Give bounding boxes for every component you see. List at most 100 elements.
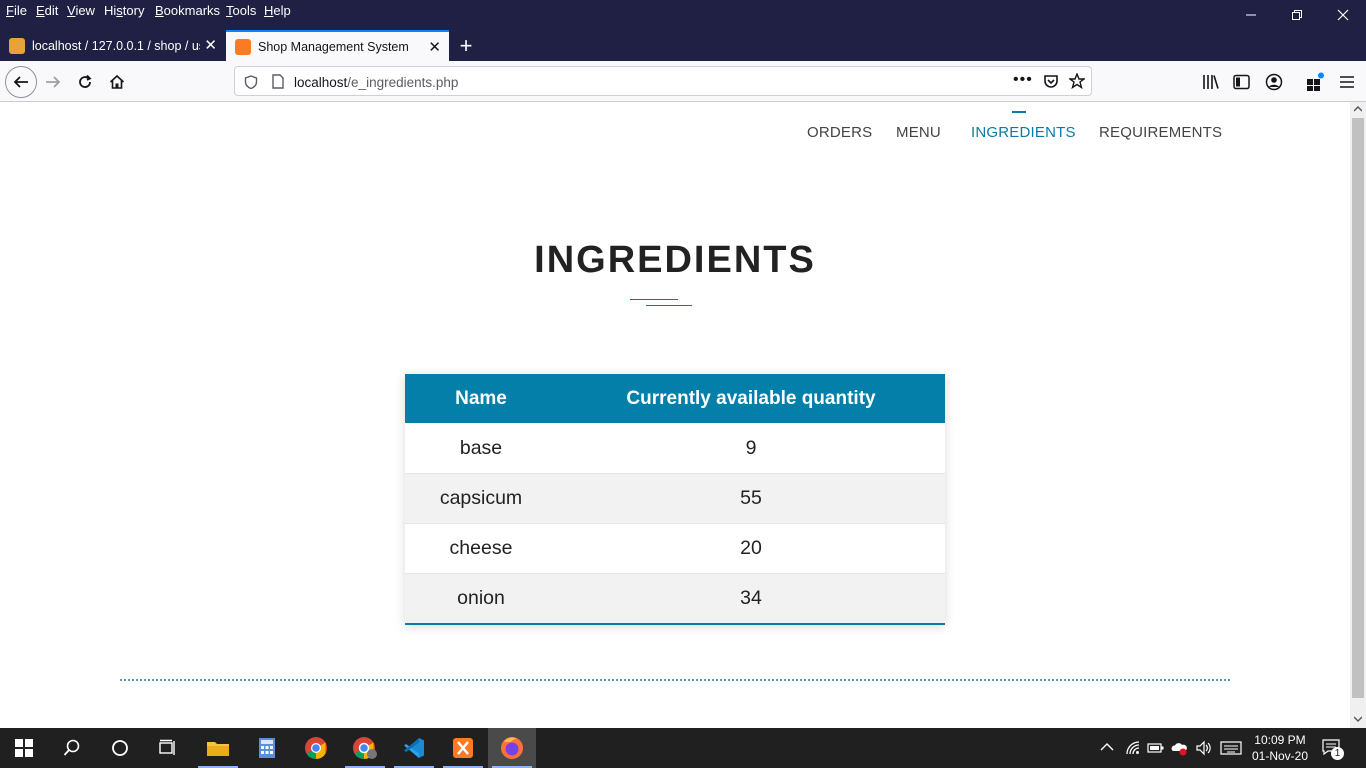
tab-shop-management[interactable]: Shop Management System ✕ <box>226 30 449 61</box>
chrome-profile-button[interactable] <box>341 728 389 768</box>
new-tab-button[interactable]: + <box>455 30 477 61</box>
cell-quantity: 20 <box>740 537 762 559</box>
forward-button[interactable] <box>38 67 68 97</box>
page-content: ORDERS MENU INGREDIENTS REQUIREMENTS ING… <box>0 102 1350 728</box>
restore-button[interactable] <box>1274 0 1320 30</box>
back-arrow-icon <box>13 76 28 88</box>
file-explorer-button[interactable] <box>194 728 242 768</box>
nav-link-menu[interactable]: MENU <box>896 124 941 141</box>
battery-icon[interactable] <box>1147 741 1165 755</box>
nav-link-requirements[interactable]: REQUIREMENTS <box>1099 124 1222 141</box>
volume-icon[interactable] <box>1195 740 1213 756</box>
url-bar[interactable]: localhost/e_ingredients.php ••• <box>234 66 1092 96</box>
start-button[interactable] <box>0 728 48 768</box>
table-row: cheese 20 <box>405 523 945 573</box>
tab-title: Shop Management System <box>258 39 409 54</box>
close-tab-icon[interactable]: ✕ <box>204 36 217 54</box>
reload-button[interactable] <box>70 67 100 97</box>
system-clock[interactable]: 10:09 PM 01-Nov-20 <box>1252 732 1308 764</box>
cell-name: capsicum <box>439 487 523 509</box>
keyboard-icon[interactable] <box>1220 741 1242 755</box>
calculator-icon <box>259 738 275 758</box>
notification-count-badge: 1 <box>1331 747 1344 760</box>
shield-icon[interactable] <box>244 75 258 89</box>
chevron-up-icon[interactable] <box>1100 742 1114 752</box>
firefox-button[interactable] <box>488 728 536 768</box>
page-actions-icon[interactable]: ••• <box>1013 71 1033 89</box>
table-row: capsicum 55 <box>405 473 945 523</box>
scroll-down-icon[interactable] <box>1354 716 1362 722</box>
title-underline <box>630 299 678 300</box>
menu-file[interactable]: File <box>6 3 27 18</box>
url-path: /e_ingredients.php <box>347 75 459 90</box>
plus-icon: + <box>459 32 473 58</box>
page-icon[interactable] <box>272 74 284 89</box>
cell-quantity: 9 <box>745 436 757 459</box>
task-view-icon <box>159 739 175 755</box>
nav-link-ingredients[interactable]: INGREDIENTS <box>971 124 1076 141</box>
task-view-button[interactable] <box>144 728 192 768</box>
onedrive-icon[interactable] <box>1170 740 1188 756</box>
clock-time: 10:09 PM <box>1254 733 1306 747</box>
bookmark-star-icon[interactable] <box>1069 73 1085 89</box>
calculator-button[interactable] <box>243 728 291 768</box>
reload-icon <box>79 74 92 88</box>
search-button[interactable] <box>48 728 96 768</box>
tab-phpmyadmin[interactable]: localhost / 127.0.0.1 / shop / us ✕ <box>0 30 225 61</box>
wifi-icon[interactable] <box>1125 740 1141 756</box>
menu-bar: File Edit View History Bookmarks Tools H… <box>0 0 1366 30</box>
menu-history[interactable]: History <box>104 3 144 18</box>
search-icon <box>63 739 80 756</box>
folder-icon <box>207 742 229 756</box>
close-icon <box>1337 9 1349 21</box>
account-icon[interactable] <box>1265 73 1283 91</box>
extensions-icon[interactable] <box>1305 72 1325 92</box>
cell-name: base <box>459 436 503 459</box>
sidebar-icon[interactable] <box>1233 74 1251 90</box>
column-header-quantity: Currently available quantity <box>626 387 876 409</box>
scrollbar-thumb[interactable] <box>1352 118 1364 698</box>
active-nav-indicator <box>1012 111 1026 113</box>
table-row: base 9 <box>405 423 945 473</box>
pocket-icon[interactable] <box>1043 74 1059 90</box>
scroll-up-icon[interactable] <box>1354 106 1362 112</box>
footer-divider <box>120 679 1230 681</box>
library-icon[interactable] <box>1202 74 1220 90</box>
clock-date: 01-Nov-20 <box>1251 749 1308 763</box>
table-header: Name Currently available quantity <box>405 374 945 423</box>
windows-logo-icon <box>15 739 33 757</box>
close-tab-icon[interactable]: ✕ <box>428 38 441 56</box>
nav-link-orders[interactable]: ORDERS <box>807 124 872 141</box>
back-button[interactable] <box>5 66 37 98</box>
menu-help[interactable]: Help <box>264 3 291 18</box>
notifications-button[interactable]: 1 <box>1322 738 1346 760</box>
nav-toolbar: localhost/e_ingredients.php ••• <box>0 61 1366 102</box>
firefox-icon <box>501 737 523 759</box>
taskbar: 10:09 PM 01-Nov-20 1 <box>0 728 1366 768</box>
menu-view[interactable]: View <box>67 3 95 18</box>
cortana-icon <box>112 740 128 756</box>
menu-tools[interactable]: Tools <box>226 3 256 18</box>
xampp-icon <box>235 38 251 55</box>
restore-icon <box>1292 10 1302 20</box>
menu-edit[interactable]: Edit <box>36 3 58 18</box>
chrome-button[interactable] <box>292 728 340 768</box>
xampp-button[interactable] <box>439 728 487 768</box>
phpmyadmin-icon <box>9 37 25 54</box>
cell-name: cheese <box>449 537 513 559</box>
home-button[interactable] <box>102 67 132 97</box>
url-text[interactable]: localhost/e_ingredients.php <box>294 75 458 90</box>
close-window-button[interactable] <box>1320 0 1366 30</box>
page-title: INGREDIENTS <box>534 239 816 281</box>
minimize-button[interactable] <box>1228 0 1274 30</box>
menu-bookmarks[interactable]: Bookmarks <box>155 3 220 18</box>
table-row: onion 34 <box>405 573 945 623</box>
minimize-icon <box>1246 14 1256 16</box>
chrome-profile-icon <box>353 737 377 759</box>
vertical-scrollbar[interactable] <box>1350 102 1366 728</box>
vscode-button[interactable] <box>390 728 438 768</box>
hamburger-menu-icon[interactable] <box>1339 74 1355 90</box>
chrome-icon <box>305 737 327 759</box>
cortana-button[interactable] <box>96 728 144 768</box>
forward-arrow-icon <box>46 76 61 88</box>
